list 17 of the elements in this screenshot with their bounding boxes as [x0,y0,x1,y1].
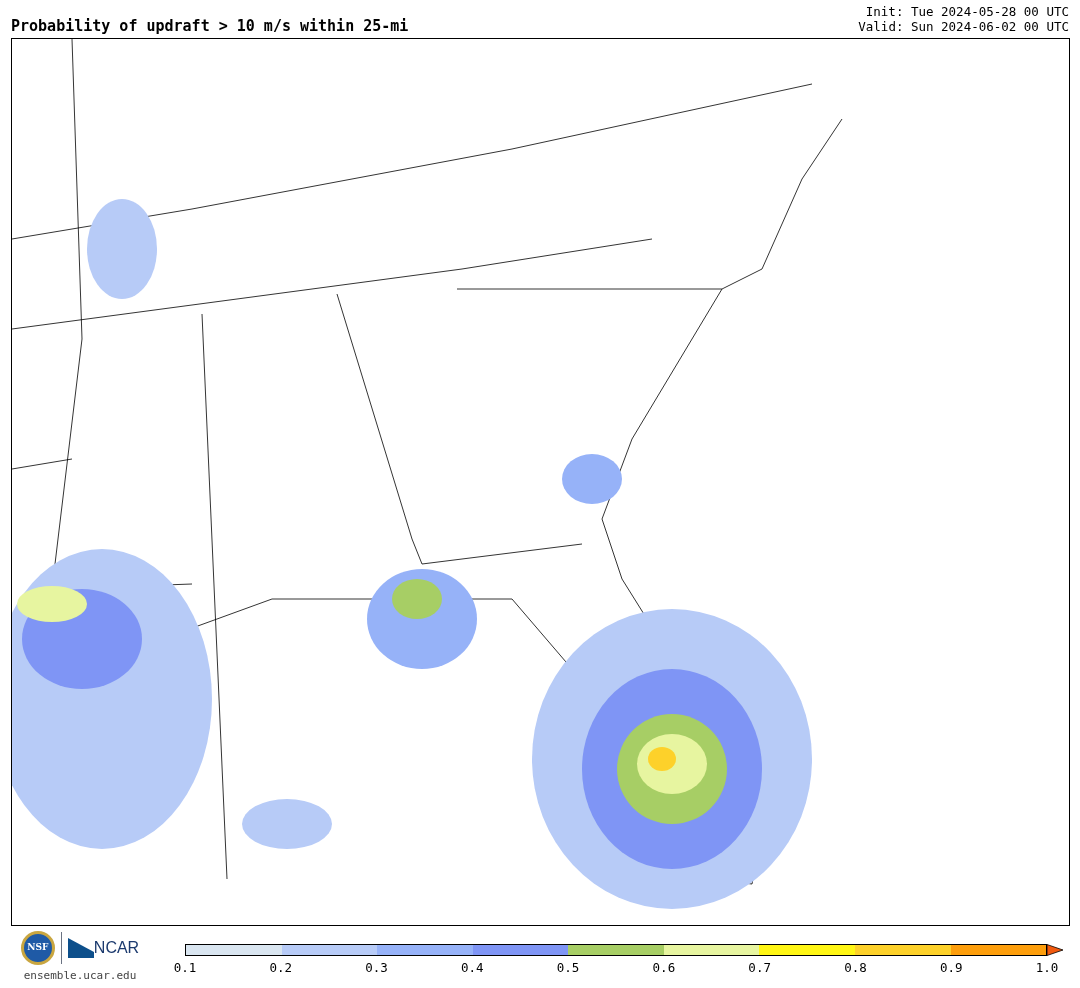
ncar-logo: NCAR [93,938,140,958]
colorbar-tick-label: 0.6 [652,959,676,977]
colorbar-tick-label: 0.9 [939,959,963,977]
colorbar-tick-label: 0.2 [269,959,293,977]
chart-title: Probability of updraft > 10 m/s within 25-mi [11,19,409,34]
colorbar-tick-label: 0.4 [461,959,484,977]
site-url: ensemble.ucar.edu [23,968,137,984]
colorbar-tick-label: 0.8 [844,959,867,977]
colorbar-tick-label: 0.7 [748,959,771,977]
colorbar-tick-label: 0.1 [173,959,197,977]
nsf-logo: NSF [20,931,55,965]
ncar-logo-icon [67,938,94,958]
colorbar-tick-label: 1.0 [1035,959,1059,977]
colorbar-tick-label: 0.3 [365,959,388,977]
valid-time: Valid: Sun 2024-06-02 00 UTC [858,19,1069,34]
colorbar-tick-label: 0.5 [556,959,580,977]
init-time: Init: Tue 2024-05-28 00 UTC [865,4,1069,19]
